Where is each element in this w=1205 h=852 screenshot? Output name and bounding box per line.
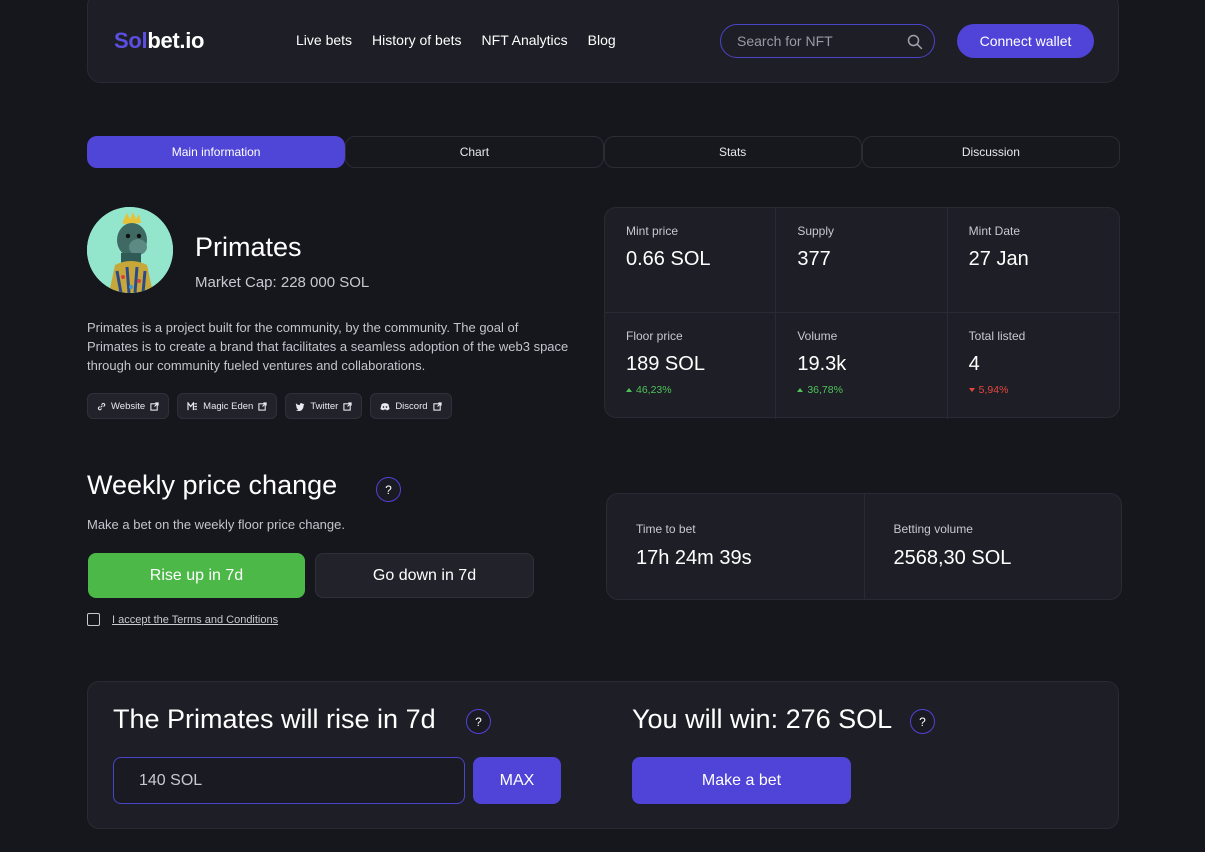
stat-value: 27 Jan [968, 248, 1029, 270]
link-twitter[interactable]: Twitter [285, 393, 363, 419]
stat-mint-price: Mint price 0.66 SOL [605, 208, 777, 313]
make-bet-button[interactable]: Make a bet [632, 757, 851, 804]
win-title: You will win: 276 SOL [632, 704, 893, 734]
nav-live-bets[interactable]: Live bets [296, 32, 352, 48]
stat-floor-price: Floor price 189 SOL 46,23% [605, 313, 777, 419]
arrow-down-icon [968, 388, 975, 392]
stat-total-listed: Total listed 4 5,94% [948, 313, 1119, 419]
link-discord[interactable]: Discord [370, 393, 452, 419]
arrow-up-icon [626, 388, 632, 392]
logo-accent: Sol [114, 28, 148, 53]
social-links: Website Magic Eden Twitter Discord [87, 393, 452, 419]
link-magic-eden[interactable]: Magic Eden [177, 393, 278, 419]
stat-supply: Supply 377 [776, 208, 948, 313]
stat-change: 36,78% [797, 384, 946, 396]
weekly-title: Weekly price change [87, 470, 338, 500]
tab-chart[interactable]: Chart [345, 136, 604, 168]
external-link-icon [343, 401, 352, 411]
market-cap: Market Cap: 228 000 SOL [195, 274, 370, 291]
stat-change-value: 46,23% [636, 384, 672, 396]
betting-info-panel: Time to bet 17h 24m 39s Betting volume 2… [606, 493, 1122, 600]
stat-label: Mint Date [968, 224, 1021, 238]
tab-main-information[interactable]: Main information [87, 136, 346, 168]
betting-volume-label: Betting volume [893, 522, 973, 536]
link-discord-label: Discord [395, 400, 428, 412]
stat-change-value: 36,78% [807, 384, 843, 396]
link-icon [97, 402, 106, 410]
stat-value: 19.3k [797, 353, 847, 375]
bet-card: The Primates will rise in 7d ? You will … [87, 681, 1119, 829]
nav-nft-analytics[interactable]: NFT Analytics [482, 32, 568, 48]
time-to-bet-value: 17h 24m 39s [636, 547, 752, 569]
collection-avatar [87, 207, 173, 293]
page: Solbet.io Live bets History of bets NFT … [0, 0, 1205, 852]
help-icon[interactable]: ? [910, 709, 935, 734]
search-input[interactable] [721, 25, 934, 57]
stat-change-value: 5,94% [978, 384, 1009, 396]
terms-row: I accept the Terms and Conditions [87, 613, 278, 626]
help-icon[interactable]: ? [466, 709, 491, 734]
stat-value: 0.66 SOL [626, 248, 711, 270]
terms-link[interactable]: I accept the Terms and Conditions [112, 614, 278, 626]
stat-value: 4 [968, 353, 980, 375]
twitter-icon [295, 402, 305, 411]
stats-panel: Mint price 0.66 SOL Supply 377 Mint Date… [604, 207, 1120, 419]
stat-label: Total listed [968, 329, 1026, 343]
stat-mint-date: Mint Date 27 Jan [947, 208, 1119, 313]
stat-label: Mint price [626, 224, 679, 238]
primate-illustration [87, 207, 173, 293]
header: Solbet.io Live bets History of bets NFT … [87, 0, 1119, 83]
external-link-icon [258, 401, 267, 411]
tab-bar: Main information Chart Stats Discussion [87, 136, 1120, 168]
terms-checkbox[interactable] [87, 613, 100, 626]
tab-stats[interactable]: Stats [603, 136, 862, 168]
arrow-up-icon [797, 388, 804, 392]
collection-description: Primates is a project built for the comm… [87, 320, 569, 373]
time-to-bet: Time to bet 17h 24m 39s [607, 494, 865, 599]
logo[interactable]: Solbet.io [114, 28, 205, 54]
magic-eden-icon [187, 401, 198, 410]
stat-change: 5,94% [968, 384, 1119, 396]
go-down-button[interactable]: Go down in 7d [315, 553, 534, 598]
rise-button[interactable]: Rise up in 7d [88, 553, 305, 598]
bet-title: The Primates will rise in 7d [113, 704, 436, 734]
main-nav: Live bets History of bets NFT Analytics … [296, 32, 616, 48]
external-link-icon [432, 401, 442, 411]
stat-value: 377 [797, 248, 831, 270]
time-to-bet-label: Time to bet [636, 522, 696, 536]
betting-volume: Betting volume 2568,30 SOL [865, 494, 1122, 599]
logo-text: bet.io [147, 28, 205, 53]
help-icon[interactable]: ? [376, 477, 401, 502]
stat-value: 189 SOL [626, 353, 705, 375]
link-twitter-label: Twitter [310, 400, 339, 412]
link-website[interactable]: Website [87, 393, 170, 419]
connect-wallet-button[interactable]: Connect wallet [957, 24, 1094, 58]
bet-amount-field [113, 757, 465, 804]
stat-volume: Volume 19.3k 36,78% [776, 313, 948, 419]
search-box [720, 24, 935, 58]
stat-label: Supply [797, 224, 835, 238]
tab-discussion[interactable]: Discussion [861, 136, 1120, 168]
discord-icon [380, 402, 390, 410]
bet-amount-input[interactable] [114, 758, 464, 803]
weekly-subtitle: Make a bet on the weekly floor price cha… [87, 517, 345, 532]
link-magic-eden-label: Magic Eden [203, 400, 254, 412]
max-button[interactable]: MAX [473, 757, 561, 804]
betting-volume-value: 2568,30 SOL [893, 547, 1012, 569]
stat-label: Volume [797, 329, 838, 343]
stat-change: 46,23% [626, 384, 775, 396]
nav-blog[interactable]: Blog [588, 32, 616, 48]
link-website-label: Website [111, 400, 146, 412]
nav-history-of-bets[interactable]: History of bets [372, 32, 461, 48]
search-icon[interactable] [906, 33, 924, 51]
external-link-icon [150, 401, 159, 411]
collection-name: Primates [195, 232, 302, 262]
stat-label: Floor price [626, 329, 683, 343]
